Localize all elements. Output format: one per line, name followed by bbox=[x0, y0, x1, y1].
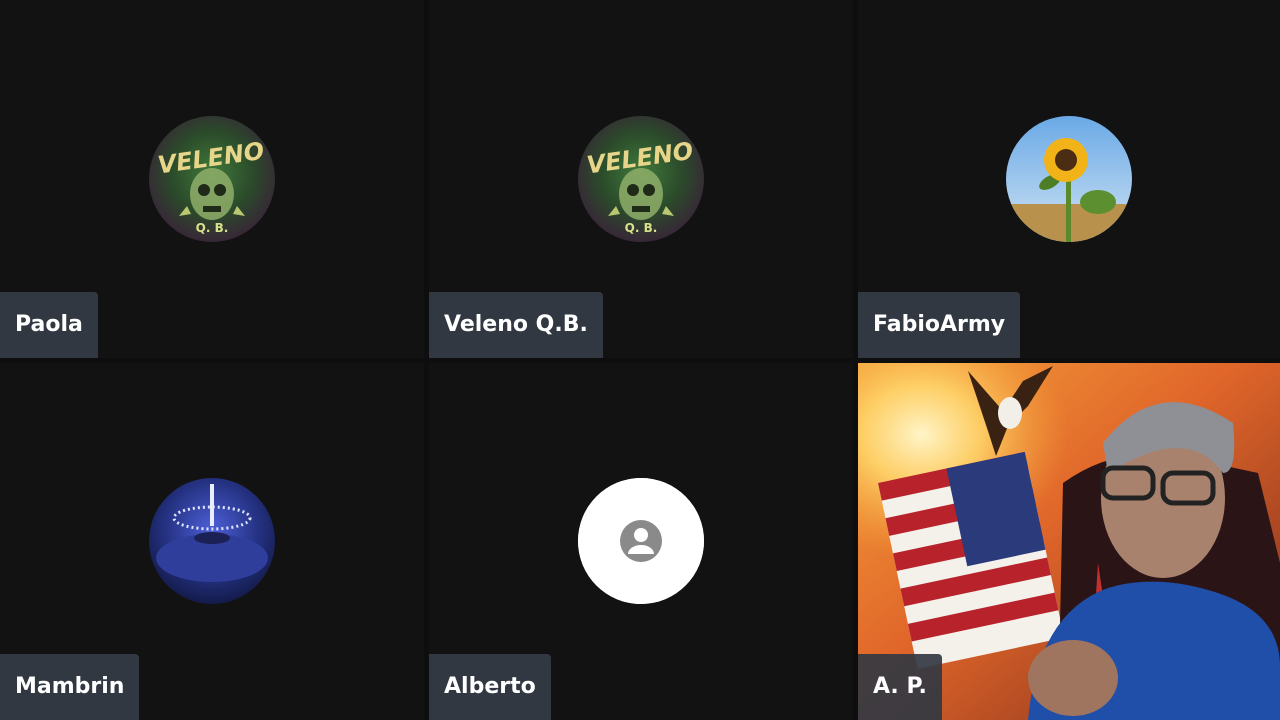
participant-tile-veleno-qb[interactable]: VELENO Q. B. Veleno Q.B. bbox=[429, 0, 853, 358]
participant-name: Alberto bbox=[429, 654, 551, 720]
participant-name: Veleno Q.B. bbox=[429, 292, 603, 358]
svg-text:Q. B.: Q. B. bbox=[625, 221, 658, 235]
sunflower-avatar bbox=[1006, 116, 1132, 242]
participant-name: Mambrin bbox=[0, 654, 140, 720]
svg-text:Q. B.: Q. B. bbox=[196, 221, 229, 235]
participant-tile-ap-video[interactable]: A. P. bbox=[858, 363, 1280, 720]
participant-tile-mambrin[interactable]: Mambrin bbox=[0, 363, 424, 720]
participant-name: A. P. bbox=[858, 654, 942, 720]
default-user-avatar bbox=[578, 478, 704, 604]
participant-tile-paola[interactable]: VELENO Q. B. Paola bbox=[0, 0, 424, 358]
blue-fountain-avatar bbox=[149, 478, 275, 604]
veleno-skull-avatar: VELENO Q. B. bbox=[149, 116, 275, 242]
participant-name: Paola bbox=[0, 292, 98, 358]
participant-tile-fabioarmy[interactable]: FabioArmy bbox=[858, 0, 1280, 358]
participant-name: FabioArmy bbox=[858, 292, 1021, 358]
participant-tile-alberto[interactable]: Alberto bbox=[429, 363, 853, 720]
video-call-grid: VELENO Q. B. Paola VELENO Q. B. Veleno Q… bbox=[0, 0, 1280, 720]
veleno-skull-avatar: VELENO Q. B. bbox=[578, 116, 704, 242]
